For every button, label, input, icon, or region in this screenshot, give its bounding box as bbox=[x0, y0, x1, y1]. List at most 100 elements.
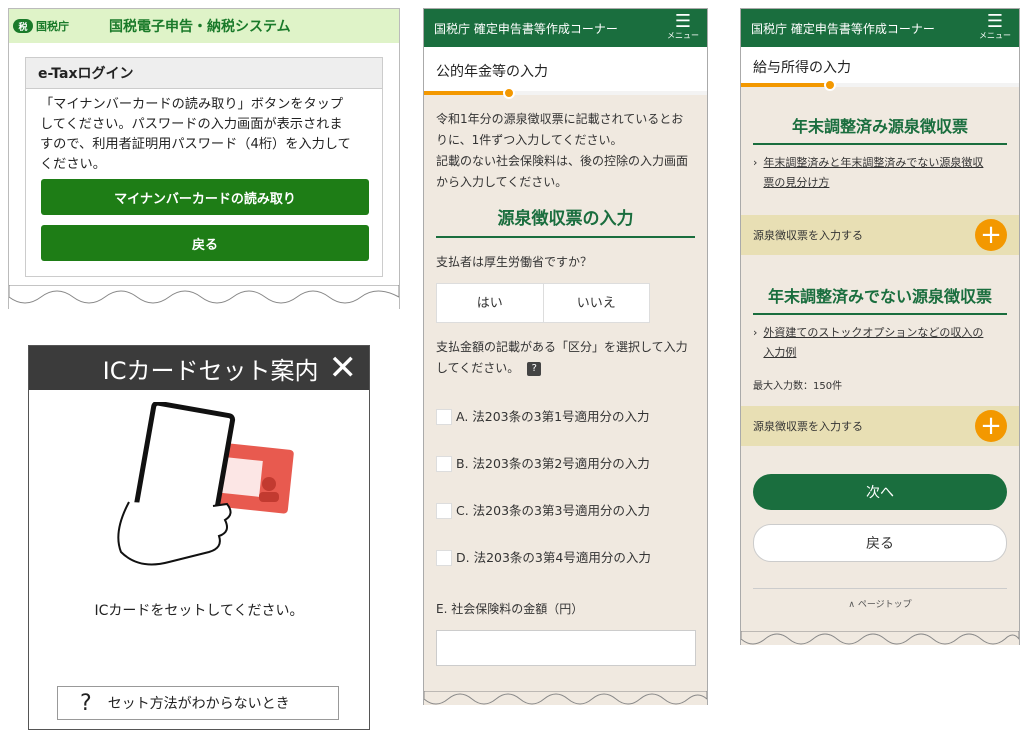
page-top-label: ページトップ bbox=[857, 600, 912, 610]
help-setup-label: セット方法がわからないとき bbox=[107, 696, 290, 712]
option-a-checkbox[interactable]: A. 法203条の3第1号適用分の入力 bbox=[436, 393, 695, 440]
option-label: D. 法203条の3第4号適用分の入力 bbox=[456, 550, 651, 565]
link-line: 入力例 bbox=[763, 346, 797, 359]
ic-card-title: ICカードセット案内 bbox=[102, 356, 319, 385]
page-title: 給与所得の入力 bbox=[753, 60, 851, 76]
back-button[interactable]: 戻る bbox=[41, 225, 369, 261]
ic-card-guide-panel: ICカードセット案内 ✕ ICカードをセットしてください。 ? セット方法がわか… bbox=[28, 345, 370, 730]
page-title-bar: 給与所得の入力 bbox=[741, 47, 1019, 91]
intro-line: 記載のない社会保険料は、後の控除の入力画面 bbox=[436, 154, 689, 168]
login-box: e-Taxログイン 「マイナンバーカードの読み取り」ボタンをタップ してください… bbox=[25, 57, 383, 277]
next-button[interactable]: 次へ bbox=[753, 474, 1007, 510]
checkbox-icon bbox=[436, 549, 452, 566]
progress-bar bbox=[424, 87, 707, 99]
add-slip-label: 源泉徴収票を入力する bbox=[753, 229, 863, 242]
login-message-line: 「マイナンバーカードの読み取り」ボタンをタップ bbox=[40, 97, 344, 112]
link-line: 票の見分け方 bbox=[763, 176, 830, 189]
login-message-line: してください。パスワードの入力画面が表示されま bbox=[40, 117, 343, 132]
intro-line: 令和1年分の源泉徴収票に記載されているとお bbox=[436, 112, 684, 126]
login-message: 「マイナンバーカードの読み取り」ボタンをタップ してください。パスワードの入力画… bbox=[26, 89, 382, 175]
option-label: B. 法203条の3第2号適用分の入力 bbox=[456, 456, 650, 471]
page-top-link[interactable]: ∧ ページトップ bbox=[753, 588, 1007, 610]
menu-label: メニュー bbox=[667, 31, 699, 40]
checkbox-icon bbox=[436, 408, 452, 425]
option-b-checkbox[interactable]: B. 法203条の3第2号適用分の入力 bbox=[436, 440, 695, 487]
distinguish-link[interactable]: › 年末調整済みと年末調整済みでない源泉徴収 票の見分け方 bbox=[753, 153, 1007, 193]
option-label: C. 法203条の3第3号適用分の入力 bbox=[456, 503, 650, 518]
option-label: A. 法203条の3第1号適用分の入力 bbox=[456, 409, 650, 424]
nta-logo-text: 国税庁 bbox=[36, 20, 69, 33]
app-title: 国税庁 確定申告書等作成コーナー bbox=[751, 21, 935, 36]
max-entries: 最大入力数：150件 bbox=[753, 381, 843, 392]
ic-card-header: ICカードセット案内 ✕ bbox=[29, 346, 369, 390]
hamburger-icon: ☰ bbox=[986, 11, 1004, 32]
chevron-right-icon: › bbox=[753, 326, 758, 339]
menu-label: メニュー bbox=[979, 31, 1011, 40]
section-title: 源泉徴収票の入力 bbox=[436, 209, 695, 238]
option-d-checkbox[interactable]: D. 法203条の3第4号適用分の入力 bbox=[436, 534, 695, 581]
section-title: 年末調整済みでない源泉徴収票 bbox=[753, 283, 1007, 315]
insurance-amount-input[interactable] bbox=[436, 630, 696, 666]
link-text: 外資建てのストックオプションなどの収入の 入力例 bbox=[763, 323, 983, 363]
category-prompt: 支払金額の記載がある「区分」を選択して入力 してください。? bbox=[436, 337, 695, 379]
no-button[interactable]: いいえ bbox=[544, 284, 650, 322]
link-text: 年末調整済みと年末調整済みでない源泉徴収 票の見分け方 bbox=[763, 153, 983, 193]
etax-login-panel: 税 国税庁 国税電子申告・納税システム e-Taxログイン 「マイナンバーカード… bbox=[8, 8, 400, 309]
phone-card-illustration bbox=[117, 402, 294, 566]
stock-option-link[interactable]: › 外資建てのストックオプションなどの収入の 入力例 bbox=[753, 323, 1007, 363]
checkbox-icon bbox=[436, 502, 452, 519]
login-message-line: すので、利用者証明用パスワード（4桁）を入力して bbox=[40, 137, 351, 152]
login-message-line: ください。 bbox=[40, 157, 106, 172]
hamburger-icon: ☰ bbox=[674, 11, 692, 32]
read-mynumber-card-button[interactable]: マイナンバーカードの読み取り bbox=[41, 179, 369, 215]
etax-header: 税 国税庁 国税電子申告・納税システム bbox=[9, 9, 399, 43]
torn-edge bbox=[9, 285, 399, 304]
app-title: 国税庁 確定申告書等作成コーナー bbox=[434, 21, 618, 36]
chevron-right-icon: › bbox=[753, 156, 758, 169]
yes-no-toggle: はい いいえ bbox=[436, 283, 650, 323]
hand-icon bbox=[117, 501, 232, 566]
insurance-label: E. 社会保険料の金額（円） bbox=[436, 602, 584, 616]
category-prompt-text: してください。 bbox=[436, 361, 520, 375]
add-slip-row[interactable]: 源泉徴収票を入力する + bbox=[741, 215, 1019, 255]
menu-button[interactable]: ☰ メニュー bbox=[667, 11, 699, 41]
nta-logo: 税 国税庁 bbox=[13, 18, 69, 34]
category-prompt-line-2: してください。? bbox=[436, 358, 695, 379]
salary-input-panel: 国税庁 確定申告書等作成コーナー ☰ メニュー 給与所得の入力 年末調整済み源泉… bbox=[740, 8, 1020, 645]
yes-button[interactable]: はい bbox=[437, 284, 544, 322]
section-title: 年末調整済み源泉徴収票 bbox=[753, 113, 1007, 145]
ic-card-instruction: ICカードをセットしてください。 bbox=[94, 603, 304, 619]
plus-icon[interactable]: + bbox=[975, 219, 1007, 251]
back-button[interactable]: 戻る bbox=[753, 524, 1007, 562]
chevron-up-icon: ∧ bbox=[848, 600, 855, 610]
progress-fill bbox=[741, 83, 830, 87]
add-slip-row[interactable]: 源泉徴収票を入力する + bbox=[741, 406, 1019, 446]
app-header: 国税庁 確定申告書等作成コーナー ☰ メニュー bbox=[424, 9, 707, 47]
nta-logo-icon: 税 bbox=[13, 19, 33, 33]
app-header: 国税庁 確定申告書等作成コーナー ☰ メニュー bbox=[741, 9, 1019, 47]
progress-fill bbox=[424, 91, 509, 95]
help-icon[interactable]: ? bbox=[527, 361, 542, 376]
payer-question: 支払者は厚生労働省ですか？ bbox=[436, 255, 593, 269]
progress-marker bbox=[823, 79, 836, 91]
add-slip-label: 源泉徴収票を入力する bbox=[753, 420, 863, 433]
option-c-checkbox[interactable]: C. 法203条の3第3号適用分の入力 bbox=[436, 487, 695, 534]
help-setup-button[interactable]: ? セット方法がわからないとき bbox=[57, 686, 339, 720]
intro-line: りに、1件ずつ入力してください。 bbox=[436, 133, 623, 147]
pension-body: 令和1年分の源泉徴収票に記載されているとお りに、1件ずつ入力してください。 記… bbox=[424, 95, 707, 680]
question-icon: ? bbox=[80, 690, 92, 716]
pension-input-panel: 国税庁 確定申告書等作成コーナー ☰ メニュー 公的年金等の入力 令和1年分の源… bbox=[423, 8, 708, 705]
close-icon[interactable]: ✕ bbox=[329, 348, 358, 388]
intro-line: から入力してください。 bbox=[436, 175, 568, 189]
plus-icon[interactable]: + bbox=[975, 410, 1007, 442]
page-title-bar: 公的年金等の入力 bbox=[424, 47, 707, 99]
torn-edge bbox=[741, 631, 1019, 645]
progress-bar bbox=[741, 79, 1019, 91]
login-box-title: e-Taxログイン bbox=[26, 58, 382, 89]
link-line: 年末調整済みと年末調整済みでない源泉徴収 bbox=[763, 156, 984, 169]
menu-button[interactable]: ☰ メニュー bbox=[979, 11, 1011, 41]
category-prompt-line: 支払金額の記載がある「区分」を選択して入力 bbox=[436, 340, 688, 354]
torn-edge bbox=[424, 691, 707, 705]
progress-marker bbox=[502, 87, 515, 99]
checkbox-icon bbox=[436, 455, 452, 472]
